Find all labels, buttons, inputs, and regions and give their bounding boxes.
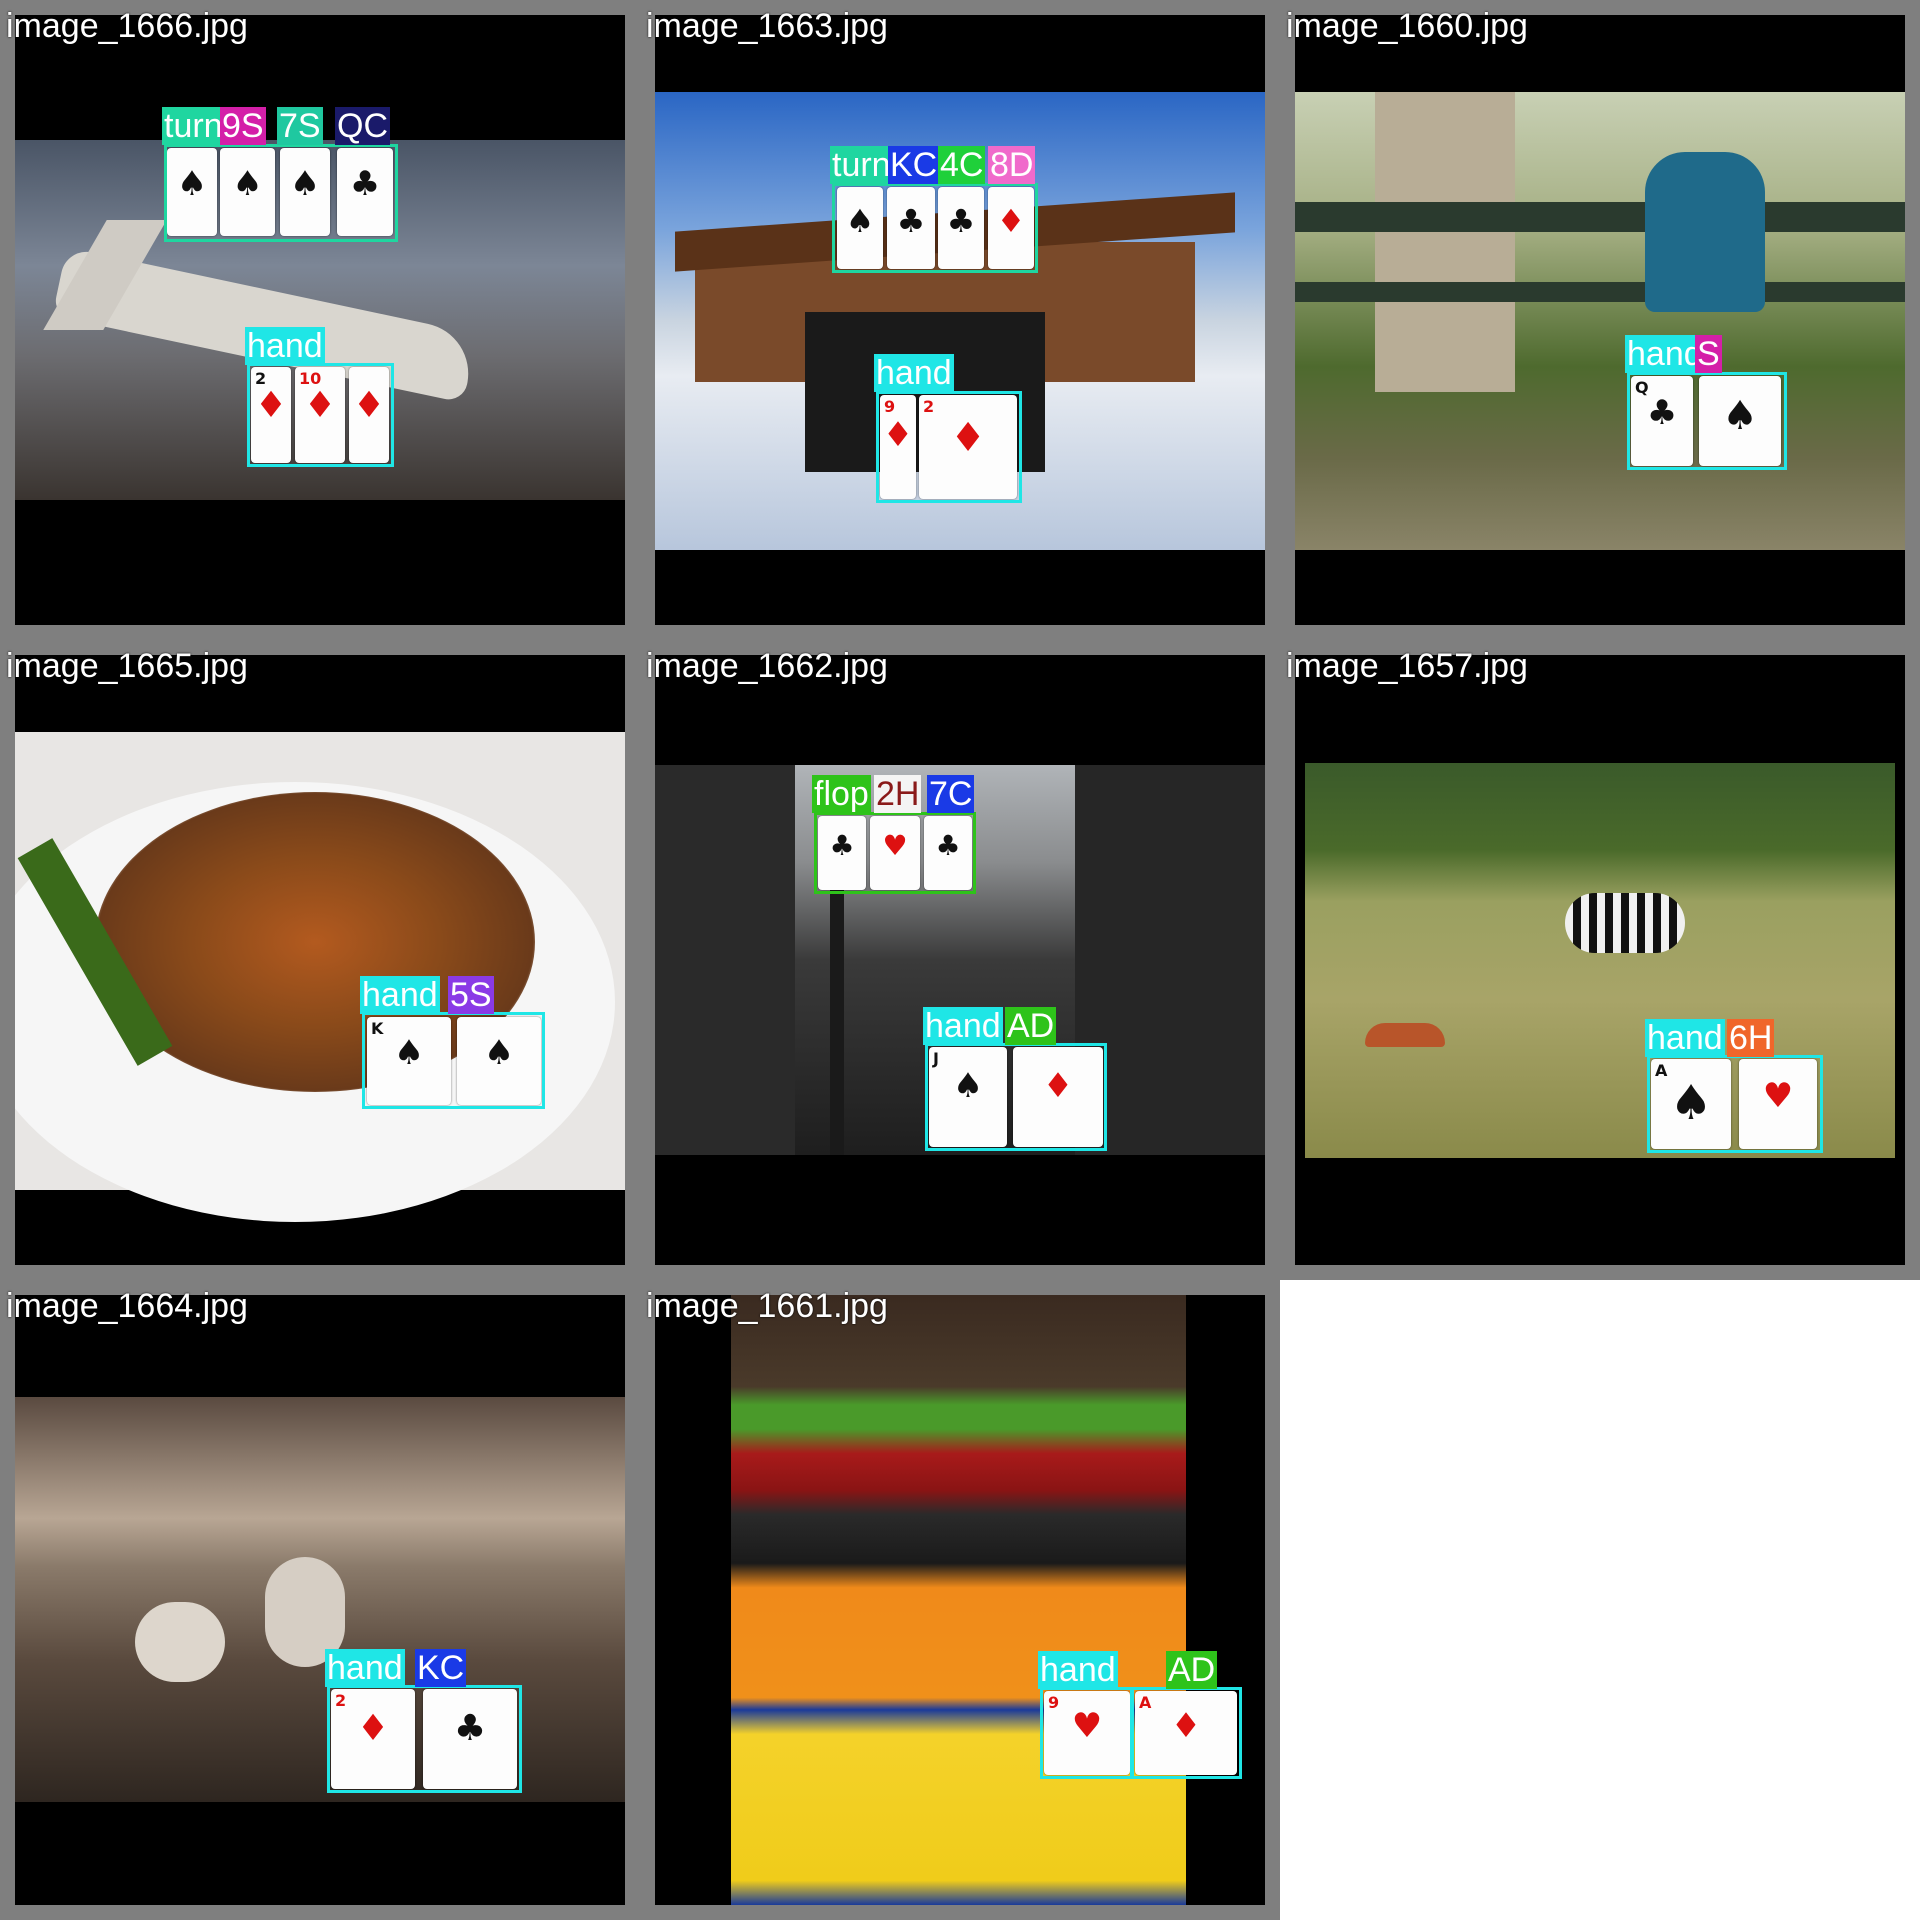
- detection-box-hand: [925, 1043, 1107, 1151]
- mosaic-tile[interactable]: 9 ♥ A ♦ hand AD image_1661.jpg: [640, 1280, 1280, 1920]
- detection-box-turn: [164, 144, 398, 242]
- detection-label: hand: [325, 1649, 405, 1687]
- detection-label: 6H: [1727, 1019, 1775, 1057]
- tile-filename: image_1666.jpg: [6, 7, 248, 45]
- detection-label: KC: [415, 1649, 467, 1687]
- detection-label: hand: [874, 354, 954, 392]
- tile-canvas: 2 ♦ ♣ hand KC: [15, 1295, 625, 1905]
- tile-canvas: Q ♣ ♠ hand S: [1295, 15, 1905, 625]
- mosaic-tile[interactable]: ♣ ♥ ♣ flop 2H 7C J ♠ ♦ hand AD image_1662…: [640, 640, 1280, 1280]
- detection-box-hand: [1130, 1687, 1242, 1779]
- tile-filename: image_1660.jpg: [1286, 7, 1528, 45]
- mosaic-tile[interactable]: ♠ ♠ ♠ ♣ turn 9S 7S QC 2 ♦ 10 ♦ ♦ hand imag…: [0, 0, 640, 640]
- detection-label: hand: [245, 327, 325, 365]
- mosaic-tile[interactable]: 2 ♦ ♣ hand KC image_1664.jpg: [0, 1280, 640, 1920]
- detection-label: 9S: [220, 107, 266, 145]
- mosaic-tile[interactable]: Q ♣ ♠ hand S image_1660.jpg: [1280, 0, 1920, 640]
- detection-label: hand: [1038, 1651, 1118, 1689]
- mosaic-tile[interactable]: K ♠ ♠ hand 5S image_1665.jpg: [0, 640, 640, 1280]
- detection-label: 7S: [277, 107, 323, 145]
- tile-canvas: A ♠ ♥ hand 6H: [1295, 655, 1905, 1265]
- detection-label: KC: [888, 146, 940, 184]
- tile-filename: image_1663.jpg: [646, 7, 888, 45]
- tile-filename: image_1661.jpg: [646, 1287, 888, 1325]
- detection-box-hand: [327, 1685, 522, 1793]
- detection-box-hand: [1647, 1055, 1823, 1153]
- detection-label: hand: [1625, 335, 1705, 373]
- detection-label: 7C: [927, 775, 975, 813]
- scene-photo-fruit: [731, 1295, 1186, 1905]
- tile-filename: image_1662.jpg: [646, 647, 888, 685]
- detection-label: 4C: [938, 146, 986, 184]
- detection-label: 8D: [988, 146, 1036, 184]
- detection-label: hand: [923, 1007, 1003, 1045]
- mosaic-tile[interactable]: A ♠ ♥ hand 6H image_1657.jpg: [1280, 640, 1920, 1280]
- detection-label: turn: [830, 146, 893, 184]
- detection-label: flop: [812, 775, 871, 813]
- tile-canvas: ♠ ♣ ♣ ♦ turn KC 4C 8D 9 ♦ 2 ♦ hand: [655, 15, 1265, 625]
- detection-label: AD: [1005, 1007, 1057, 1045]
- detection-box-flop: [814, 812, 976, 894]
- tile-canvas: 9 ♥ A ♦ hand AD: [655, 1295, 1265, 1905]
- detection-box-hand: [247, 363, 394, 467]
- scene-photo-park: [1295, 92, 1905, 550]
- detection-box-hand: [876, 391, 1022, 503]
- scene-photo-sheep: [15, 1397, 625, 1802]
- detection-label: S: [1695, 335, 1722, 373]
- detection-label: AD: [1166, 1651, 1218, 1689]
- tile-canvas: K ♠ ♠ hand 5S: [15, 655, 625, 1265]
- empty-grid-slot: [1280, 1280, 1920, 1920]
- tile-filename: image_1657.jpg: [1286, 647, 1528, 685]
- scene-photo-food: [15, 732, 625, 1222]
- detection-box-turn: [832, 183, 1038, 273]
- detection-label: turn: [162, 107, 225, 145]
- detection-box-hand: [1627, 372, 1787, 470]
- detection-label: hand: [360, 976, 440, 1014]
- tile-filename: image_1665.jpg: [6, 647, 248, 685]
- tile-canvas: ♣ ♥ ♣ flop 2H 7C J ♠ ♦ hand AD: [655, 655, 1265, 1265]
- mosaic-tile[interactable]: ♠ ♣ ♣ ♦ turn KC 4C 8D 9 ♦ 2 ♦ hand image_1…: [640, 0, 1280, 640]
- detection-label: hand: [1645, 1019, 1725, 1057]
- tile-canvas: ♠ ♠ ♠ ♣ turn 9S 7S QC 2 ♦ 10 ♦ ♦ hand: [15, 15, 625, 625]
- tile-filename: image_1664.jpg: [6, 1287, 248, 1325]
- detection-box-hand: [362, 1012, 545, 1109]
- detection-label: 2H: [874, 775, 922, 813]
- detection-label: 5S: [448, 976, 494, 1014]
- detection-box-hand: [1040, 1687, 1134, 1779]
- detection-label: QC: [335, 107, 390, 145]
